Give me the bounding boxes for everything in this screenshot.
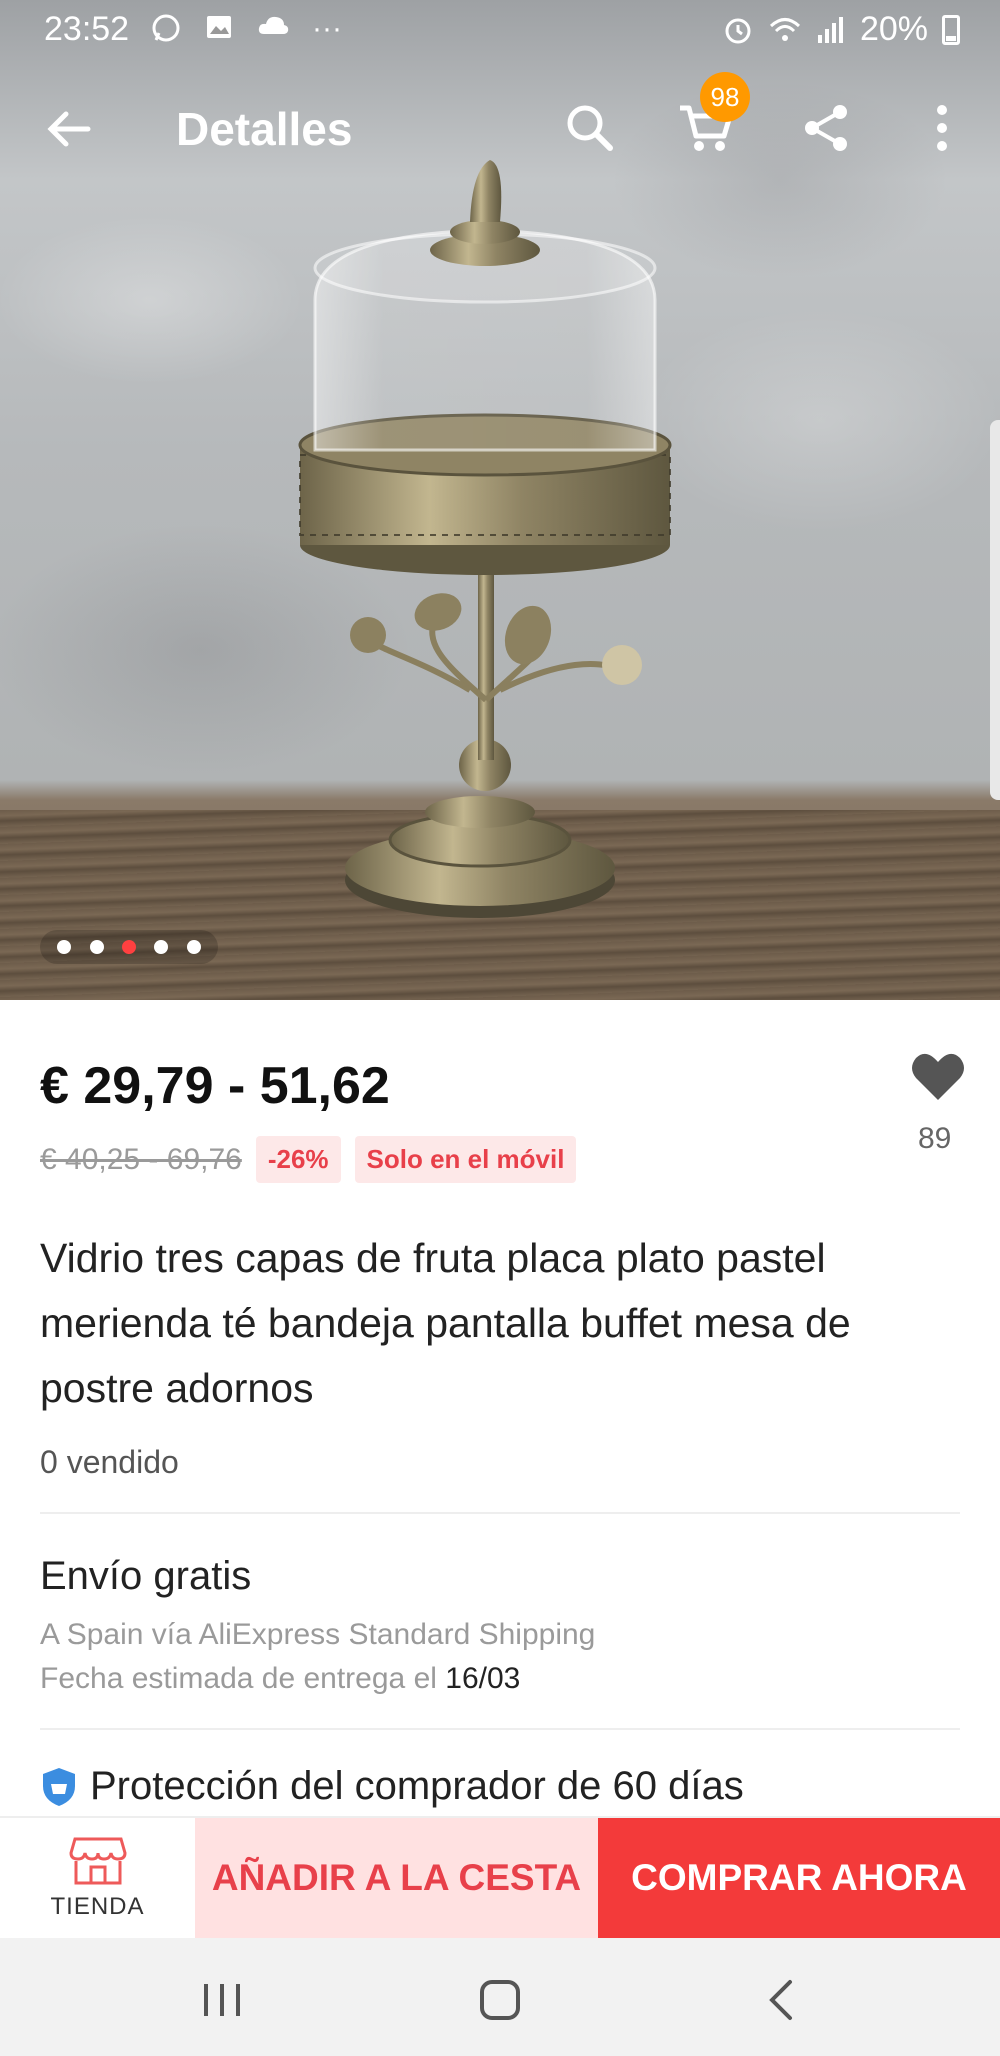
battery-percent: 20% [859, 10, 928, 48]
bottom-action-bar: TIENDA AÑADIR A LA CESTA COMPRAR AHORA [0, 1816, 1000, 1938]
discount-badge: -26% [255, 1136, 341, 1183]
store-label: TIENDA [50, 1893, 145, 1920]
notification-icons: ··· [150, 12, 342, 46]
status-time: 23:52 [44, 10, 130, 48]
divider [40, 1728, 960, 1730]
alarm-icon [725, 18, 751, 43]
home-icon[interactable] [470, 1970, 530, 2030]
share-icon[interactable] [796, 98, 856, 158]
pager-dot[interactable] [154, 940, 169, 954]
whatsapp-icon [152, 14, 180, 42]
buy-now-button[interactable]: COMPRAR AHORA [598, 1818, 1000, 1938]
original-price: € 40,25 - 69,76 [40, 1142, 242, 1176]
divider [40, 1512, 960, 1514]
app-header: Detalles 98 [0, 72, 1000, 168]
back-arrow-icon[interactable] [42, 102, 96, 156]
back-nav-icon[interactable] [752, 1970, 812, 2030]
search-icon[interactable] [560, 98, 620, 158]
delivery-estimate: Fecha estimada de entrega el 16/03 [40, 1662, 520, 1696]
wifi-icon [769, 17, 800, 41]
wishlist-count: 89 [918, 1122, 952, 1155]
cloud-icon [258, 16, 289, 34]
pager-dot[interactable] [89, 940, 104, 954]
mobile-only-badge: Solo en el móvil [354, 1136, 577, 1183]
pager-dot[interactable] [186, 940, 201, 954]
protection-text: Protección del comprador de 60 días [90, 1764, 744, 1808]
gallery-pager [40, 930, 218, 964]
product-title: Vidrio tres capas de fruta placa plato p… [40, 1235, 851, 1411]
add-to-cart-button[interactable]: AÑADIR A LA CESTA [195, 1818, 598, 1938]
store-button[interactable]: TIENDA [0, 1818, 195, 1938]
more-vertical-icon[interactable] [912, 98, 972, 158]
store-icon [68, 1837, 127, 1885]
product-image-gallery[interactable]: 23:52 ··· 20% Detalles 98 [0, 0, 1000, 1000]
cart-count-badge: 98 [700, 72, 750, 122]
system-navigation-bar [0, 1938, 1000, 2056]
delivery-date: 16/03 [445, 1662, 521, 1695]
pager-dot[interactable] [57, 940, 72, 954]
shipping-title: Envío gratis [40, 1554, 252, 1598]
sold-count: 0 vendido [40, 1444, 179, 1480]
signal-icon [817, 16, 843, 43]
buyer-protection[interactable]: Protección del comprador de 60 días [40, 1764, 744, 1809]
recent-apps-icon[interactable] [192, 1970, 252, 2030]
shield-icon [43, 1767, 75, 1806]
status-bar: 23:52 ··· 20% [0, 0, 1000, 62]
gallery-icon [207, 16, 231, 38]
battery-icon [942, 14, 960, 45]
pager-dot-active[interactable] [121, 940, 136, 954]
heart-icon[interactable] [910, 1050, 966, 1102]
page-title: Detalles [176, 103, 353, 155]
price-details: € 40,25 - 69,76 -26% Solo en el móvil [40, 1136, 577, 1183]
shipping-method: A Spain vía AliExpress Standard Shipping [40, 1618, 596, 1651]
more-notifications-icon: ··· [312, 12, 342, 45]
status-right: 20% [722, 10, 960, 49]
delivery-prefix: Fecha estimada de entrega el [40, 1662, 437, 1695]
gallery-edge-tab[interactable] [990, 420, 1000, 800]
product-price: € 29,79 - 51,62 [40, 1057, 390, 1115]
